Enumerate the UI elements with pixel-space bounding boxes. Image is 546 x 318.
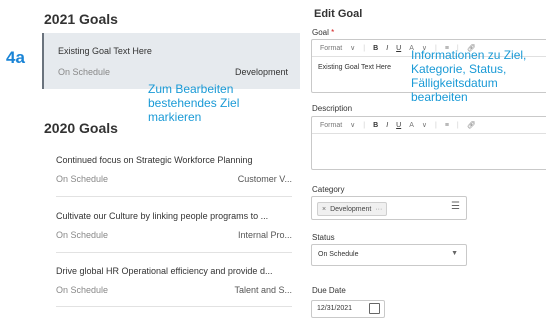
more-icon[interactable]: ··· xyxy=(375,206,382,213)
annotation-line: markieren xyxy=(148,110,202,124)
goal-status: On Schedule xyxy=(56,174,109,184)
description-editor[interactable]: Format ∨ | B I U A ∨ | ≡ | 🔗︎ xyxy=(311,116,546,170)
toolbar-divider: | xyxy=(363,121,366,129)
link-icon[interactable]: 🔗︎ xyxy=(467,121,476,129)
goal-category: Talent and S... xyxy=(234,285,292,295)
required-mark: * xyxy=(331,28,335,37)
category-label: Category xyxy=(312,185,345,194)
bold-button[interactable]: B xyxy=(373,45,378,52)
annotation-line: bearbeiten xyxy=(411,90,468,104)
toolbar-divider: | xyxy=(456,121,459,129)
goal-category: Internal Pro... xyxy=(237,230,292,240)
dropdown-arrow-icon[interactable]: ▼ xyxy=(451,250,458,257)
remove-icon[interactable]: × xyxy=(322,206,326,213)
annotation-edit-info: Informationen zu Ziel, Kategorie, Status… xyxy=(411,48,526,104)
goal-status: On Schedule xyxy=(56,230,109,240)
annotation-line: Informationen zu Ziel, xyxy=(411,48,527,62)
category-pill: × Development ··· xyxy=(317,202,388,216)
font-color-button[interactable]: A xyxy=(409,122,414,129)
list-icon[interactable]: ☰ xyxy=(451,201,460,212)
goal-category: Development xyxy=(234,67,288,77)
list-icon[interactable]: ≡ xyxy=(445,122,449,129)
goal-text: Cultivate our Culture by linking people … xyxy=(56,211,269,221)
due-date-value: 12/31/2021 xyxy=(317,305,353,312)
category-select[interactable]: × Development ··· ☰ xyxy=(311,196,467,220)
goal-text: Drive global HR Operational efficiency a… xyxy=(56,266,273,276)
toolbar-divider: | xyxy=(363,44,366,52)
bold-button[interactable]: B xyxy=(373,122,378,129)
description-editor-toolbar: Format ∨ | B I U A ∨ | ≡ | 🔗︎ xyxy=(312,117,546,134)
annotation-line: Fälligkeitsdatum xyxy=(411,76,498,90)
description-input[interactable] xyxy=(312,134,546,148)
goal-status: On Schedule xyxy=(58,67,111,77)
annotation-line: Kategorie, Status, xyxy=(411,62,507,76)
format-dropdown[interactable]: Format xyxy=(320,122,342,129)
description-label: Description xyxy=(312,104,353,113)
status-value: On Schedule xyxy=(318,251,359,258)
italic-button[interactable]: I xyxy=(386,45,388,52)
italic-button[interactable]: I xyxy=(386,122,388,129)
annotation-select-goal: Zum Bearbeiten bestehendes Ziel markiere… xyxy=(148,82,239,124)
underline-button[interactable]: U xyxy=(396,45,401,52)
toolbar-divider: | xyxy=(435,121,437,129)
format-dropdown[interactable]: Format xyxy=(320,45,342,52)
step-label: 4a xyxy=(6,48,25,67)
category-value: Development xyxy=(330,205,372,213)
list-item[interactable]: Continued focus on Strategic Workforce P… xyxy=(56,155,292,185)
divider xyxy=(56,196,292,197)
goals-2021-heading: 2021 Goals xyxy=(44,11,118,27)
calendar-icon[interactable] xyxy=(369,303,380,314)
divider xyxy=(56,306,292,307)
underline-button[interactable]: U xyxy=(396,122,401,129)
annotation-line: bestehendes Ziel xyxy=(148,96,240,110)
status-dropdown[interactable]: On Schedule ▼ xyxy=(311,244,467,266)
goal-category: Customer V... xyxy=(237,174,292,184)
goal-status: On Schedule xyxy=(56,285,109,295)
annotation-line: Zum Bearbeiten xyxy=(148,82,234,96)
chevron-down-icon[interactable]: ∨ xyxy=(422,121,427,129)
list-item[interactable]: Drive global HR Operational efficiency a… xyxy=(56,266,292,296)
list-item[interactable]: Cultivate our Culture by linking people … xyxy=(56,211,292,241)
goal-text: Existing Goal Text Here xyxy=(58,46,152,56)
goals-2020-heading: 2020 Goals xyxy=(44,120,118,136)
goal-field-label: Goal * xyxy=(312,28,334,37)
goal-row-selected[interactable]: Existing Goal Text Here On Schedule Deve… xyxy=(42,33,300,89)
due-date-label: Due Date xyxy=(312,286,346,295)
edit-goal-title: Edit Goal xyxy=(314,8,363,20)
divider xyxy=(56,252,292,253)
status-label: Status xyxy=(312,233,335,242)
goal-text: Continued focus on Strategic Workforce P… xyxy=(56,155,253,165)
goal-label-text: Goal xyxy=(312,28,329,37)
chevron-down-icon[interactable]: ∨ xyxy=(350,121,355,129)
due-date-input[interactable]: 12/31/2021 xyxy=(311,300,385,318)
chevron-down-icon[interactable]: ∨ xyxy=(350,44,355,52)
